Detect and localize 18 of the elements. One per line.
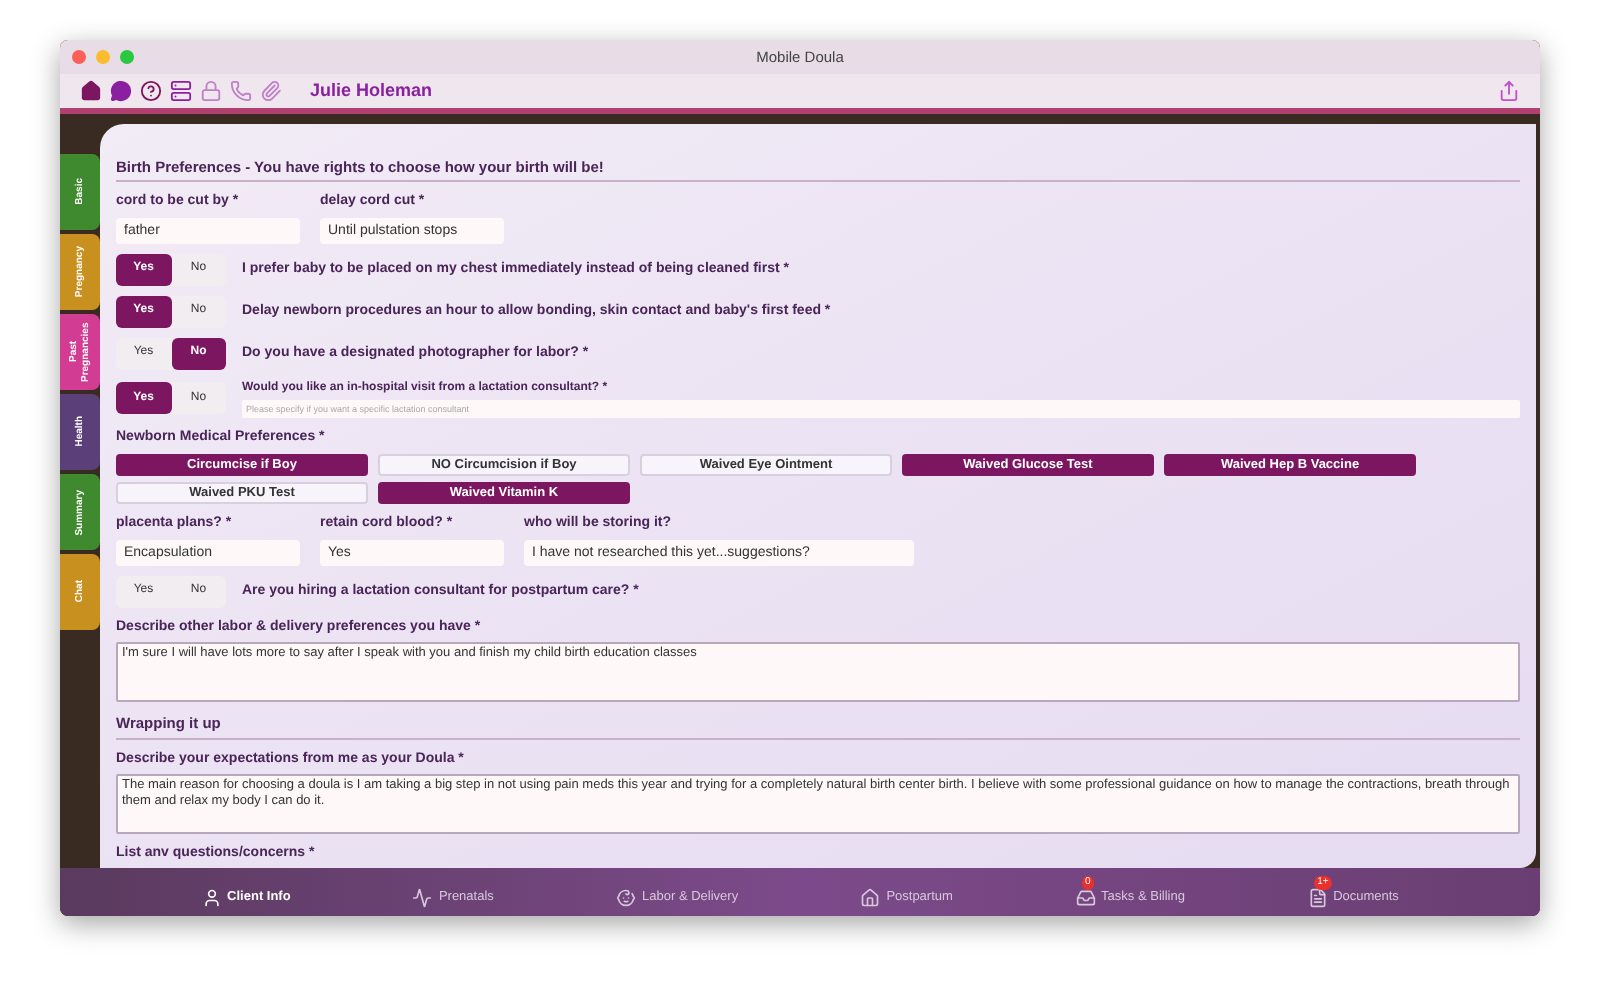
help-icon[interactable] xyxy=(140,80,162,102)
home-icon[interactable] xyxy=(80,80,102,102)
maximize-icon[interactable] xyxy=(120,50,134,64)
pulse-icon xyxy=(412,887,433,907)
lock-icon[interactable] xyxy=(200,80,222,102)
document-icon xyxy=(1307,887,1328,907)
baby-icon xyxy=(616,887,637,907)
chat-icon[interactable] xyxy=(110,80,132,102)
house-icon xyxy=(860,887,881,907)
inbox-icon xyxy=(1075,887,1096,907)
paperclip-icon[interactable] xyxy=(260,80,282,102)
person-icon xyxy=(201,887,222,907)
close-icon[interactable] xyxy=(72,50,86,64)
minimize-icon[interactable] xyxy=(96,50,110,64)
client-name: Julie Holeman xyxy=(310,77,435,104)
share-icon[interactable] xyxy=(1498,80,1520,102)
list-icon[interactable] xyxy=(170,80,192,102)
phone-icon[interactable] xyxy=(230,80,252,102)
